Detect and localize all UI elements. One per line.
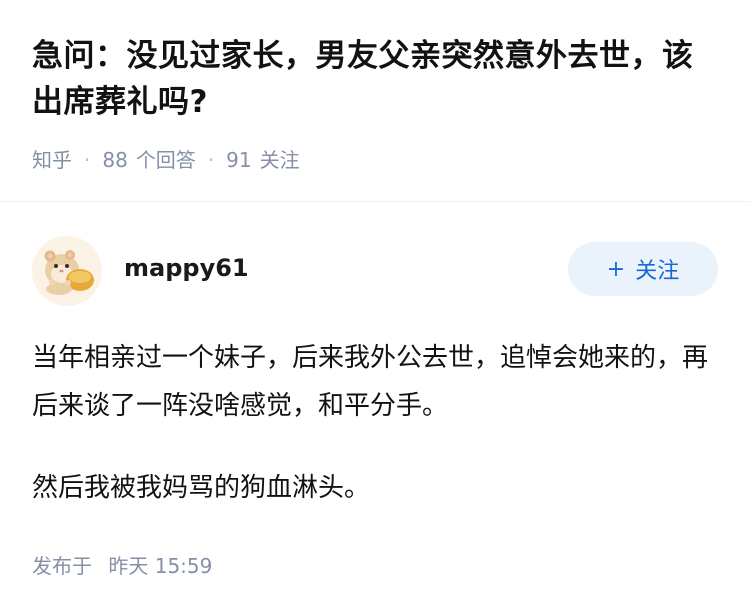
answer-publish-time: 发布于 昨天 15:59	[32, 552, 212, 580]
publish-label: 发布于	[32, 554, 92, 578]
meta-separator: ·	[207, 148, 215, 172]
answer-paragraph: 当年相亲过一个妹子，后来我外公去世，追悼会她来的，再后来谈了一阵没啥感觉，和平分…	[32, 343, 709, 421]
followers-count: 91	[226, 148, 252, 172]
section-divider	[0, 201, 750, 202]
follow-button[interactable]: + 关注	[568, 242, 718, 296]
avatar-illustration	[32, 236, 102, 306]
answers-label[interactable]: 个回答	[136, 146, 196, 174]
follow-button-label: 关注	[635, 259, 680, 284]
hamster-avatar-icon[interactable]	[32, 236, 102, 306]
answer-author: mappy61 + 关注	[32, 236, 718, 306]
question-title[interactable]: 急问：没见过家长，男友父亲突然意外去世，该出席葬礼吗?	[32, 33, 718, 125]
author-name[interactable]: mappy61	[124, 252, 249, 284]
answer-paragraph: 然后我被我妈骂的狗血淋头。	[32, 473, 371, 503]
answers-count: 88	[102, 148, 128, 172]
publish-time-value: 昨天 15:59	[108, 554, 213, 578]
answer-content[interactable]: 当年相亲过一个妹子，后来我外公去世，追悼会她来的，再后来谈了一阵没啥感觉，和平分…	[32, 334, 722, 512]
question-meta: 知乎 · 88 个回答 · 91 关注	[32, 146, 300, 174]
source-label[interactable]: 知乎	[32, 146, 72, 174]
followers-label[interactable]: 关注	[260, 146, 300, 174]
plus-icon: +	[606, 256, 626, 282]
meta-separator: ·	[84, 148, 91, 172]
